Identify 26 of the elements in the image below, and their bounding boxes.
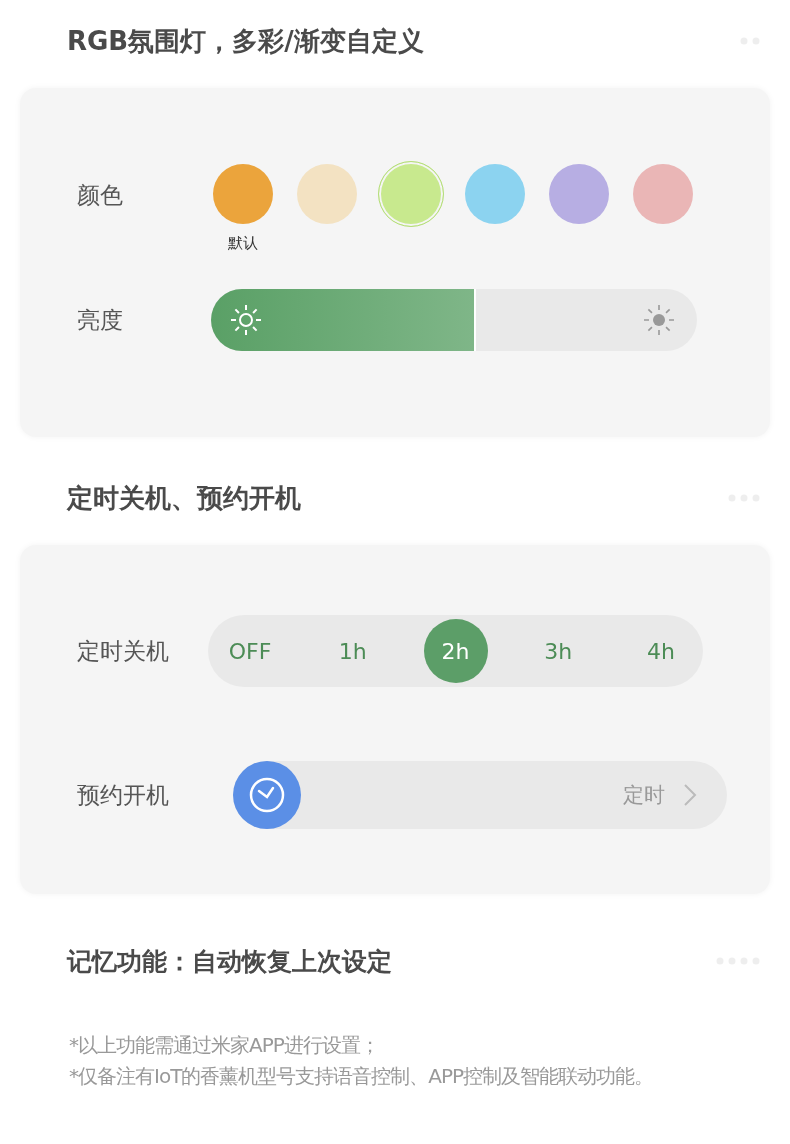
sun-icon — [641, 302, 677, 338]
color-swatch[interactable] — [549, 164, 609, 224]
footnote: *仅备注有IoT的香薰机型号支持语音控制、APP控制及智能联动功能。 — [69, 1063, 655, 1090]
timer-option[interactable]: OFF — [218, 619, 282, 683]
clock-icon — [233, 761, 301, 829]
schedule-label: 预约开机 — [76, 780, 170, 810]
color-swatch[interactable] — [633, 164, 693, 224]
color-swatch[interactable] — [297, 164, 357, 224]
brightness-label: 亮度 — [76, 305, 124, 335]
section-heading: 记忆功能：自动恢复上次设定 — [67, 945, 392, 978]
color-label: 颜色 — [76, 181, 124, 210]
section-heading: 定时关机、预约开机 — [67, 481, 301, 515]
sun-icon — [228, 302, 264, 338]
shutdown-label: 定时关机 — [76, 636, 170, 666]
color-swatch[interactable] — [465, 164, 525, 224]
timer-option[interactable]: 3h — [526, 619, 591, 683]
chevron-icon — [683, 783, 697, 807]
color-swatch[interactable] — [213, 164, 273, 224]
schedule-bar[interactable]: 定时 — [233, 761, 727, 829]
schedule-value: 定时 — [623, 782, 665, 809]
section-heading: RGB氛围灯，多彩/渐变自定义 — [67, 24, 424, 58]
footnote: *以上功能需通过米家APP进行设置； — [69, 1032, 380, 1059]
timer-option[interactable]: 1h — [320, 619, 385, 683]
timer-option[interactable]: 4h — [629, 619, 693, 683]
swatch-caption: 默认 — [228, 234, 258, 253]
timer-option[interactable]: 2h — [423, 619, 488, 683]
